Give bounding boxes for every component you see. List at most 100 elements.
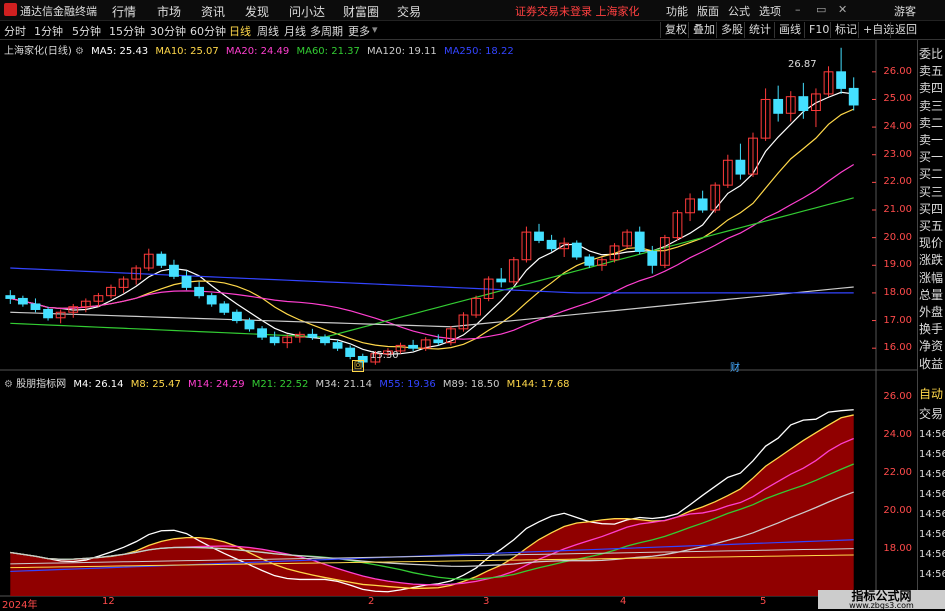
- candle-body: [194, 286, 205, 297]
- indicator-tick: 18.00: [883, 542, 912, 554]
- candle-body: [30, 303, 41, 310]
- menu-formula[interactable]: 公式: [728, 3, 750, 19]
- trade-item-3[interactable]: 14:56: [919, 446, 945, 463]
- f10-button[interactable]: F10: [804, 22, 833, 38]
- event-marker-icon[interactable]: 回: [352, 360, 364, 372]
- trade-item-9[interactable]: 14:56: [919, 566, 945, 583]
- date-tick: 5: [760, 596, 767, 607]
- trade-item-0[interactable]: 自动: [919, 386, 945, 403]
- side-item-15[interactable]: 外盘: [919, 304, 945, 321]
- candle-body: [496, 278, 507, 283]
- side-item-1[interactable]: 卖五: [919, 63, 945, 80]
- side-item-0[interactable]: 委比: [919, 46, 945, 63]
- draw-line-button[interactable]: 画线: [774, 22, 805, 38]
- side-item-4[interactable]: 卖二: [919, 115, 945, 132]
- candle-body: [269, 336, 280, 344]
- candle-body: [17, 297, 28, 305]
- more-dropdown-icon[interactable]: ▾: [372, 23, 378, 36]
- date-tick: 2: [368, 596, 375, 607]
- ma-line-ma20: [10, 164, 855, 340]
- menu-discover[interactable]: 发现: [245, 3, 269, 20]
- trade-item-4[interactable]: 14:56: [919, 466, 945, 483]
- trade-item-8[interactable]: 14:56: [919, 546, 945, 563]
- period-5min[interactable]: 5分钟: [72, 23, 101, 39]
- minimize-icon[interactable]: –: [795, 3, 801, 16]
- indicator-axis: 26.00 24.00 22.00 20.00 18.00: [876, 0, 916, 609]
- restore-icon[interactable]: ▭: [816, 3, 826, 16]
- trade-item-7[interactable]: 14:56: [919, 526, 945, 543]
- side-item-14[interactable]: 总量: [919, 287, 945, 304]
- menu-layout[interactable]: 版面: [697, 3, 719, 19]
- trade-item-2[interactable]: 14:56: [919, 426, 945, 443]
- site-watermark: 指标公式网 www.zbgs3.com: [818, 590, 945, 610]
- period-60min[interactable]: 60分钟: [190, 23, 226, 39]
- side-item-18[interactable]: 收益: [919, 356, 945, 373]
- period-1min[interactable]: 1分钟: [34, 23, 63, 39]
- trade-item-6[interactable]: 14:56: [919, 506, 945, 523]
- candle-body: [181, 275, 192, 288]
- trade-item-5[interactable]: 14:56: [919, 486, 945, 503]
- menu-market[interactable]: 市场: [157, 3, 181, 20]
- period-monthly[interactable]: 月线: [284, 23, 306, 39]
- period-15min[interactable]: 15分钟: [109, 23, 145, 39]
- side-item-12[interactable]: 涨跌: [919, 252, 945, 269]
- period-timeshare[interactable]: 分时: [4, 23, 26, 39]
- period-multi[interactable]: 多周期: [310, 23, 343, 39]
- close-icon[interactable]: ✕: [838, 3, 847, 16]
- side-item-8[interactable]: 买三: [919, 184, 945, 201]
- side-item-5[interactable]: 卖一: [919, 132, 945, 149]
- side-item-9[interactable]: 买四: [919, 201, 945, 218]
- side-divider: [917, 40, 918, 609]
- candle-body: [332, 342, 343, 349]
- ma-line-ma5: [10, 91, 854, 355]
- candle-body: [534, 231, 544, 241]
- side-item-7[interactable]: 买二: [919, 166, 945, 183]
- overlay-button[interactable]: 叠加: [688, 22, 719, 38]
- indicator-tick: 24.00: [883, 429, 912, 441]
- side-item-10[interactable]: 买五: [919, 218, 945, 235]
- menu-trade[interactable]: 交易: [397, 3, 421, 20]
- side-item-3[interactable]: 卖三: [919, 98, 945, 115]
- candle-body: [231, 311, 242, 322]
- ma-line-ma250: [10, 267, 854, 294]
- trade-item-1[interactable]: 交易: [919, 406, 945, 423]
- adjust-button[interactable]: 复权: [660, 22, 691, 38]
- multi-stock-button[interactable]: 多股: [716, 22, 747, 38]
- mark-button[interactable]: 标记: [830, 22, 861, 38]
- menu-function[interactable]: 功能: [666, 3, 688, 19]
- candle-body: [43, 308, 53, 319]
- login-notice: 证券交易未登录 上海家化: [515, 5, 640, 18]
- candle-body: [735, 159, 746, 175]
- candle-body: [320, 336, 330, 344]
- side-item-17[interactable]: 净资: [919, 338, 945, 355]
- candle-body: [836, 71, 847, 89]
- candle-body: [169, 264, 179, 277]
- period-30min[interactable]: 30分钟: [150, 23, 186, 39]
- stats-button[interactable]: 统计: [744, 22, 775, 38]
- menu-news[interactable]: 资讯: [201, 3, 225, 20]
- candle-body: [206, 295, 217, 305]
- candle-body: [408, 344, 419, 349]
- side-item-2[interactable]: 卖四: [919, 80, 945, 97]
- candle-body: [244, 320, 255, 330]
- period-more[interactable]: 更多: [348, 23, 370, 39]
- chart-canvas[interactable]: [0, 40, 918, 609]
- candle-body: [156, 253, 167, 266]
- period-weekly[interactable]: 周线: [257, 23, 279, 39]
- high-price-label: 26.87: [788, 59, 817, 70]
- side-item-13[interactable]: 涨幅: [919, 270, 945, 287]
- menu-ask[interactable]: 问小达: [289, 3, 325, 20]
- period-daily[interactable]: 日线: [229, 23, 251, 39]
- candle-body: [848, 87, 859, 106]
- candle-body: [307, 333, 318, 338]
- indicator-tick: 26.00: [883, 391, 912, 403]
- ma-line-ma10: [10, 108, 854, 350]
- menu-quotes[interactable]: 行情: [112, 3, 136, 20]
- menu-wealth-circle[interactable]: 财富圈: [343, 3, 379, 20]
- date-tick: 12: [102, 596, 115, 607]
- finance-marker[interactable]: 财: [730, 359, 740, 374]
- side-item-11[interactable]: 现价: [919, 235, 945, 252]
- side-item-6[interactable]: 买一: [919, 149, 945, 166]
- menu-options[interactable]: 选项: [759, 3, 781, 19]
- side-item-16[interactable]: 换手: [919, 321, 945, 338]
